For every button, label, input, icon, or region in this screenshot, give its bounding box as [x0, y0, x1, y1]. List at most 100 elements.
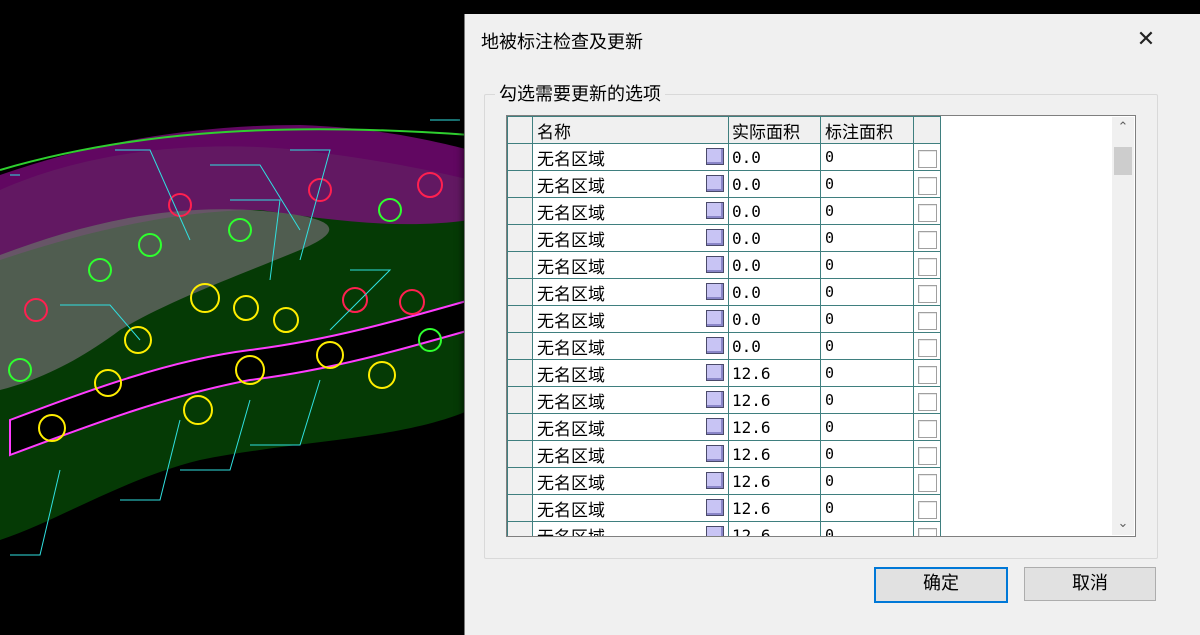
- table-row[interactable]: 无名区域 12.60: [507, 467, 941, 495]
- area-color-swatch[interactable]: [706, 337, 724, 354]
- actual-area-cell[interactable]: 12.6: [728, 359, 821, 387]
- area-name-cell[interactable]: 无名区域: [532, 440, 729, 468]
- update-checkbox[interactable]: [917, 447, 937, 465]
- labeled-area-cell[interactable]: 0: [820, 170, 914, 198]
- update-checkbox[interactable]: [917, 231, 937, 249]
- table-row[interactable]: 无名区域 12.60: [507, 440, 941, 468]
- update-check-cell[interactable]: [913, 332, 941, 360]
- update-check-cell[interactable]: [913, 143, 941, 171]
- area-color-swatch[interactable]: [706, 148, 724, 165]
- area-name-cell[interactable]: 无名区域: [532, 521, 729, 536]
- update-checkbox[interactable]: [917, 312, 937, 330]
- row-header[interactable]: [507, 521, 533, 536]
- update-check-cell[interactable]: [913, 494, 941, 522]
- update-checkbox[interactable]: [917, 258, 937, 276]
- area-name-cell[interactable]: 无名区域: [532, 197, 729, 225]
- table-row[interactable]: 无名区域 12.60: [507, 521, 941, 536]
- update-checkbox[interactable]: [917, 474, 937, 492]
- row-header[interactable]: [507, 386, 533, 414]
- table-row[interactable]: 无名区域 12.60: [507, 494, 941, 522]
- actual-area-cell[interactable]: 12.6: [728, 440, 821, 468]
- update-checkbox[interactable]: [917, 420, 937, 438]
- area-name-cell[interactable]: 无名区域: [532, 170, 729, 198]
- scroll-down-arrow-icon[interactable]: ⌄: [1112, 513, 1134, 535]
- actual-area-cell[interactable]: 12.6: [728, 494, 821, 522]
- labeled-area-cell[interactable]: 0: [820, 143, 914, 171]
- row-header[interactable]: [507, 305, 533, 333]
- update-check-cell[interactable]: [913, 170, 941, 198]
- area-color-swatch[interactable]: [706, 364, 724, 381]
- update-check-cell[interactable]: [913, 305, 941, 333]
- labeled-area-cell[interactable]: 0: [820, 386, 914, 414]
- close-icon[interactable]: ✕: [1131, 26, 1161, 56]
- area-color-swatch[interactable]: [706, 499, 724, 516]
- update-checkbox[interactable]: [917, 528, 937, 536]
- table-row[interactable]: 无名区域 0.0 0: [507, 143, 941, 171]
- actual-area-cell[interactable]: 0.0: [728, 305, 821, 333]
- table-row[interactable]: 无名区域 12.60: [507, 359, 941, 387]
- area-name-cell[interactable]: 无名区域: [532, 224, 729, 252]
- update-checkbox[interactable]: [917, 339, 937, 357]
- area-name-cell[interactable]: 无名区域: [532, 251, 729, 279]
- table-row[interactable]: 无名区域 0.0 0: [507, 170, 941, 198]
- area-color-swatch[interactable]: [706, 310, 724, 327]
- area-color-swatch[interactable]: [706, 418, 724, 435]
- area-color-swatch[interactable]: [706, 175, 724, 192]
- row-header[interactable]: [507, 413, 533, 441]
- table-row[interactable]: 无名区域 0.0 0: [507, 224, 941, 252]
- row-header[interactable]: [507, 440, 533, 468]
- update-check-cell[interactable]: [913, 197, 941, 225]
- row-header[interactable]: [507, 170, 533, 198]
- update-checkbox[interactable]: [917, 285, 937, 303]
- labeled-area-cell[interactable]: 0: [820, 278, 914, 306]
- area-name-cell[interactable]: 无名区域: [532, 494, 729, 522]
- actual-area-cell[interactable]: 0.0: [728, 197, 821, 225]
- area-name-cell[interactable]: 无名区域: [532, 413, 729, 441]
- area-name-cell[interactable]: 无名区域: [532, 305, 729, 333]
- row-header[interactable]: [507, 467, 533, 495]
- labeled-area-cell[interactable]: 0: [820, 332, 914, 360]
- table-row[interactable]: 无名区域 0.0 0: [507, 197, 941, 225]
- ok-button[interactable]: 确定: [874, 567, 1008, 603]
- row-header[interactable]: [507, 494, 533, 522]
- table-row[interactable]: 无名区域 12.60: [507, 413, 941, 441]
- update-checkbox[interactable]: [917, 366, 937, 384]
- actual-area-cell[interactable]: 12.6: [728, 386, 821, 414]
- area-name-cell[interactable]: 无名区域: [532, 278, 729, 306]
- area-color-swatch[interactable]: [706, 526, 724, 536]
- column-header-actual-area[interactable]: 实际面积: [728, 116, 821, 144]
- area-color-swatch[interactable]: [706, 229, 724, 246]
- update-checkbox[interactable]: [917, 150, 937, 168]
- cancel-button[interactable]: 取消: [1024, 567, 1156, 601]
- update-check-cell[interactable]: [913, 521, 941, 536]
- area-color-swatch[interactable]: [706, 256, 724, 273]
- row-header[interactable]: [507, 197, 533, 225]
- area-name-cell[interactable]: 无名区域: [532, 143, 729, 171]
- update-check-cell[interactable]: [913, 467, 941, 495]
- table-row[interactable]: 无名区域 0.0 0: [507, 305, 941, 333]
- update-check-cell[interactable]: [913, 278, 941, 306]
- labeled-area-cell[interactable]: 0: [820, 224, 914, 252]
- row-header[interactable]: [507, 251, 533, 279]
- update-check-cell[interactable]: [913, 359, 941, 387]
- update-check-cell[interactable]: [913, 251, 941, 279]
- table-row[interactable]: 无名区域 0.0 0: [507, 332, 941, 360]
- update-checkbox[interactable]: [917, 501, 937, 519]
- area-color-swatch[interactable]: [706, 202, 724, 219]
- column-header-labeled-area[interactable]: 标注面积: [820, 116, 914, 144]
- row-header[interactable]: [507, 143, 533, 171]
- actual-area-cell[interactable]: 12.6: [728, 521, 821, 536]
- labeled-area-cell[interactable]: 0: [820, 359, 914, 387]
- area-color-swatch[interactable]: [706, 472, 724, 489]
- row-header[interactable]: [507, 332, 533, 360]
- labeled-area-cell[interactable]: 0: [820, 467, 914, 495]
- actual-area-cell[interactable]: 0.0: [728, 251, 821, 279]
- update-check-cell[interactable]: [913, 386, 941, 414]
- update-check-cell[interactable]: [913, 413, 941, 441]
- area-name-cell[interactable]: 无名区域: [532, 467, 729, 495]
- scroll-up-arrow-icon[interactable]: ⌃: [1112, 117, 1134, 139]
- labeled-area-cell[interactable]: 0: [820, 494, 914, 522]
- labeled-area-cell[interactable]: 0: [820, 521, 914, 536]
- labeled-area-cell[interactable]: 0: [820, 251, 914, 279]
- actual-area-cell[interactable]: 0.0: [728, 143, 821, 171]
